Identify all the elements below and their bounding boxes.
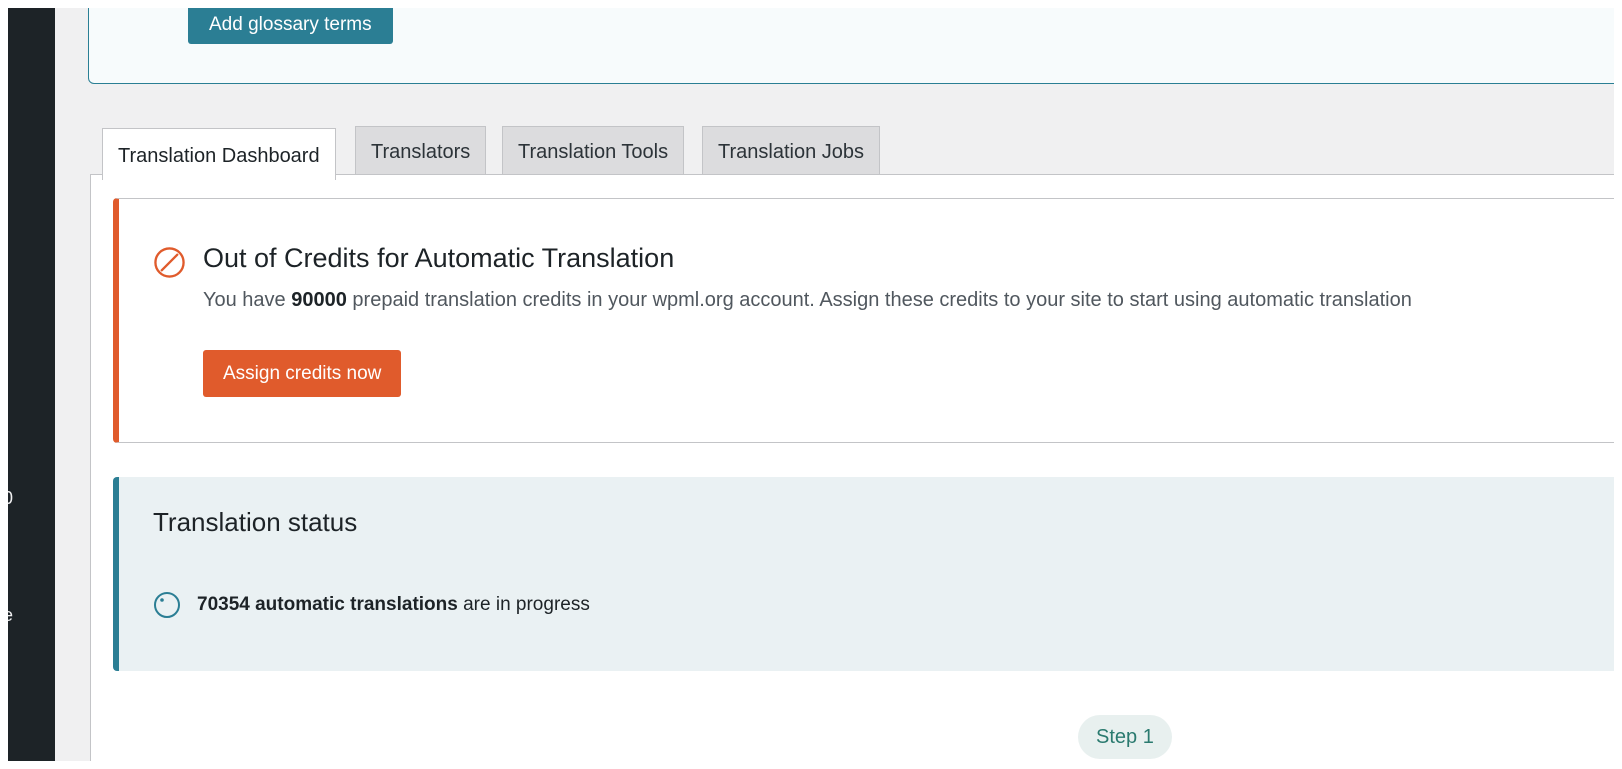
tab-translation-jobs[interactable]: Translation Jobs <box>702 126 880 176</box>
progress-circle-icon <box>154 592 180 618</box>
out-of-credits-notice: Out of Credits for Automatic Translation… <box>113 198 1614 443</box>
sidebar-item-fragment[interactable]: 0 <box>8 488 13 509</box>
status-progress-text: 70354 automatic translations are in prog… <box>197 594 590 616</box>
assign-credits-button[interactable]: Assign credits now <box>203 350 402 397</box>
glossary-notice: Add glossary terms <box>88 8 1614 84</box>
sidebar-item-fragment[interactable]: e <box>8 605 13 626</box>
credits-count: 90000 <box>291 289 347 311</box>
translation-status-box: Translation status 70354 automatic trans… <box>113 477 1614 671</box>
tab-translation-tools[interactable]: Translation Tools <box>502 126 685 176</box>
notice-title: Out of Credits for Automatic Translation <box>203 243 675 273</box>
automatic-translations-count: 70354 automatic translations <box>197 594 458 615</box>
status-suffix: are in progress <box>457 594 590 615</box>
notice-text-after: prepaid translation credits in your wpml… <box>346 289 1412 311</box>
tab-translation-dashboard[interactable]: Translation Dashboard <box>102 128 336 180</box>
admin-sidebar: 0 e <box>8 8 55 761</box>
notice-description: You have 90000 prepaid translation credi… <box>203 289 1412 312</box>
status-title: Translation status <box>153 507 358 537</box>
ban-icon <box>154 247 185 278</box>
page-viewport: 0 e Add glossary terms Translation Dashb… <box>8 8 1614 761</box>
dashboard-panel: Out of Credits for Automatic Translation… <box>90 174 1614 761</box>
notice-text-before: You have <box>203 289 292 311</box>
tab-translators[interactable]: Translators <box>355 126 487 176</box>
step-indicator: Step 1 <box>1078 715 1172 759</box>
add-glossary-terms-button[interactable]: Add glossary terms <box>188 8 393 44</box>
